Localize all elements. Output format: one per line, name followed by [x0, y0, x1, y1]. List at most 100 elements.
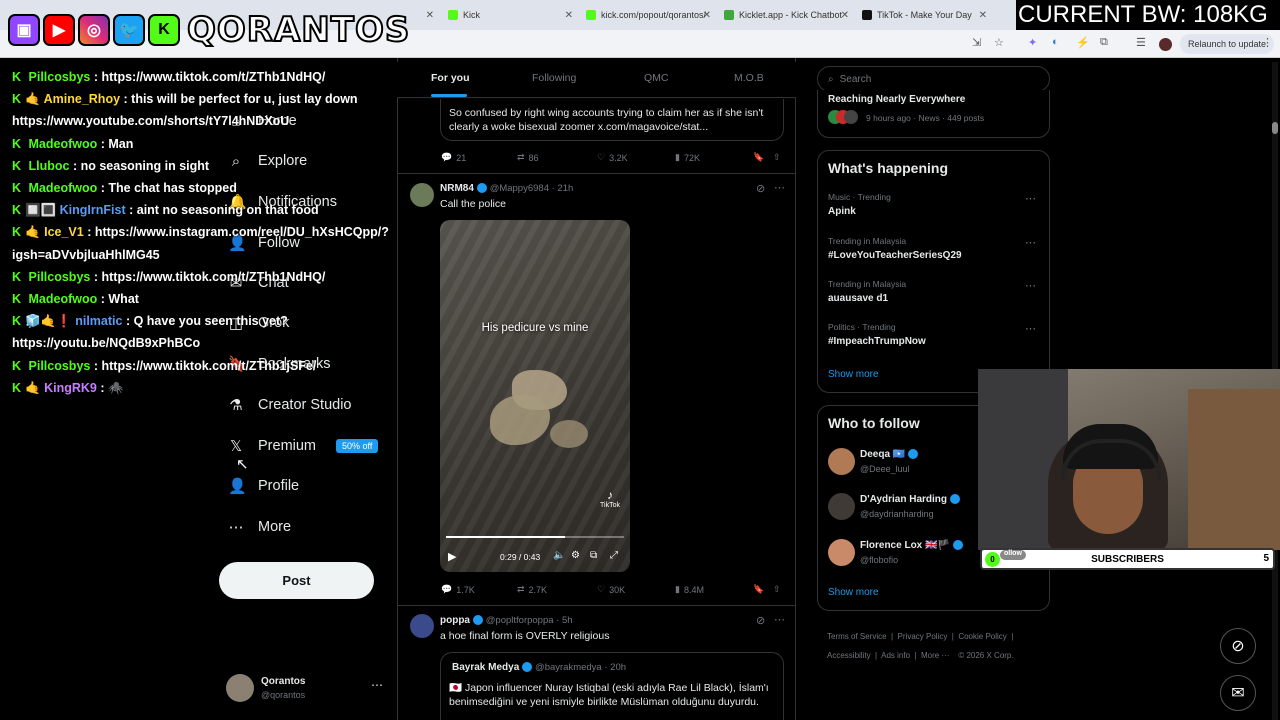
browser-tab[interactable]: kick.com/popout/qorantos/✕	[580, 4, 715, 26]
install-icon[interactable]: ⇲	[972, 36, 981, 49]
show-more-link[interactable]: Show more	[828, 369, 879, 380]
repost-button[interactable]: ⇄ 86	[517, 152, 539, 163]
nav-item-profile[interactable]: 👤 Profile	[228, 471, 299, 501]
play-icon[interactable]: ▶	[448, 550, 456, 563]
footer-link[interactable]: Cookie Policy	[958, 632, 1006, 641]
close-tab-icon[interactable]: ✕	[426, 10, 434, 21]
video-player[interactable]: His pedicure vs mine ♪ TikTok ▶ 0:29 / 0:…	[440, 220, 630, 572]
extension-icon[interactable]: ◐	[1052, 36, 1059, 48]
close-tab-icon[interactable]: ✕	[703, 10, 711, 21]
more-options-icon[interactable]: ⋯	[1025, 236, 1036, 249]
share-icon[interactable]: ⇧	[773, 584, 781, 595]
footer-link[interactable]: Privacy Policy	[898, 632, 948, 641]
nav-label: More	[258, 519, 292, 535]
tab-qmc[interactable]: QMC	[644, 72, 669, 84]
reply-button[interactable]: 💬 21	[441, 152, 466, 163]
views-button[interactable]: ▮ 72K	[675, 152, 700, 163]
tab-for-you[interactable]: For you	[431, 72, 470, 84]
scrollbar-thumb[interactable]	[1272, 122, 1278, 134]
messages-fab-icon[interactable]: ✉	[1220, 675, 1256, 711]
puzzle-icon[interactable]: ⧉	[1100, 36, 1108, 49]
star-icon[interactable]: ☆	[994, 36, 1004, 49]
chat-username: Lluboc	[28, 158, 70, 173]
bookmark-icon[interactable]: 🔖	[753, 584, 764, 595]
repost-count: 86	[528, 152, 539, 163]
more-options-icon[interactable]: ⋯	[1025, 279, 1036, 292]
author-name[interactable]: NRM84	[440, 183, 474, 194]
grok-icon[interactable]: ⊘	[756, 614, 765, 627]
video-progress-track[interactable]	[446, 536, 624, 538]
like-button[interactable]: ♡ 30K	[597, 584, 625, 595]
nav-item-more[interactable]: ⋯ More	[228, 512, 292, 542]
grok-fab-icon[interactable]: ⊘	[1220, 628, 1256, 664]
chat-badges: 🤙	[25, 225, 41, 240]
tab-mob[interactable]: M.O.B	[734, 72, 764, 84]
follow-display-name: Deeqa 🇸🇴	[860, 449, 906, 460]
chat-username: Pillcosbys	[28, 358, 91, 373]
settings-icon[interactable]: ⚙	[571, 550, 580, 561]
avatar[interactable]	[410, 183, 434, 207]
chat-text: : The chat has stopped	[100, 181, 237, 196]
search-input[interactable]: ⌕ Search	[817, 66, 1050, 92]
views-count: 72K	[683, 152, 700, 163]
chat-message: K Lluboc : no seasoning in sight	[12, 155, 397, 177]
footer-link[interactable]: More ···	[921, 651, 949, 660]
fullscreen-icon[interactable]: ⤢	[610, 550, 618, 561]
more-options-icon[interactable]: ⋯	[774, 181, 785, 194]
post-button[interactable]: Post	[219, 562, 374, 599]
browser-tab[interactable]: Kicklet.app - Kick Chatbot ✕	[718, 4, 853, 26]
more-options-icon[interactable]: ⋯	[1025, 322, 1036, 335]
chat-username: Madeofwoo	[28, 181, 98, 196]
author-name[interactable]: poppa	[440, 615, 470, 626]
tiktok-watermark: ♪ TikTok	[600, 488, 620, 509]
divider	[398, 173, 795, 174]
trend-item[interactable]: Politics · Trending #ImpeachTrumpNow ⋯	[828, 322, 1040, 358]
more-options-icon[interactable]: ⋯	[774, 613, 785, 626]
volume-icon[interactable]: 🔈	[553, 550, 565, 561]
tab-following[interactable]: Following	[532, 72, 576, 84]
reply-button[interactable]: 💬 1.7K	[441, 584, 475, 595]
author-handle[interactable]: @popltforpoppa · 5h	[486, 615, 573, 626]
share-icon[interactable]: ⇧	[773, 152, 781, 163]
avatar[interactable]	[410, 614, 434, 638]
trend-item[interactable]: Trending in Malaysia #LoveYouTeacherSerie…	[828, 236, 1040, 272]
relaunch-button[interactable]: Relaunch to update	[1180, 34, 1275, 54]
menu-kebab-icon[interactable]: ⋮	[1262, 36, 1273, 49]
sidebar-icon[interactable]: ☰	[1136, 36, 1146, 49]
close-tab-icon[interactable]: ✕	[565, 10, 573, 21]
account-switcher[interactable]: Qorantos @qorantos ⋯	[226, 672, 386, 706]
nav-item-premium[interactable]: 𝕏 Premium 50% off	[228, 431, 379, 461]
more-options-icon[interactable]: ⋯	[1025, 192, 1036, 205]
like-button[interactable]: ♡ 3.2K	[597, 152, 628, 163]
close-tab-icon[interactable]: ✕	[979, 10, 987, 21]
repost-button[interactable]: ⇄ 2.7K	[517, 584, 547, 595]
grok-icon[interactable]: ⊘	[756, 182, 765, 195]
heart-icon: ♡	[597, 152, 606, 162]
show-more-link[interactable]: Show more	[828, 587, 879, 598]
author-handle[interactable]: @Mappy6984 · 21h	[490, 183, 574, 194]
bookmark-icon[interactable]: 🔖	[753, 152, 764, 163]
pip-icon[interactable]: ⧉	[590, 550, 597, 561]
trend-item[interactable]: Music · Trending Apink ⋯	[828, 192, 1040, 228]
video-object	[550, 420, 588, 448]
browser-tab[interactable]: Kick ✕	[442, 4, 577, 26]
streamer-brand: QORANTOS	[186, 9, 411, 51]
close-tab-icon[interactable]: ✕	[841, 10, 849, 21]
avatar	[828, 493, 855, 520]
footer-link[interactable]: Ads info	[881, 651, 910, 660]
chat-message: K Pillcosbys : https://www.tiktok.com/t/…	[12, 266, 397, 288]
extension-icon[interactable]: ⚡	[1076, 36, 1090, 49]
news-meta: 9 hours ago · News · 449 posts	[866, 113, 985, 123]
avatar	[844, 110, 858, 124]
news-card[interactable]: Reaching Nearly Everywhere 9 hours ago ·…	[817, 90, 1050, 138]
chat-message: K Pillcosbys : https://www.tiktok.com/t/…	[12, 355, 397, 377]
profile-avatar-icon[interactable]	[1159, 38, 1172, 51]
extension-icon[interactable]: ✦	[1028, 36, 1037, 49]
views-button[interactable]: ▮ 8.4M	[675, 584, 704, 595]
footer-link[interactable]: Accessibility	[827, 651, 871, 660]
footer-link[interactable]: Terms of Service	[827, 632, 887, 641]
trend-item[interactable]: Trending in Malaysia auausave d1 ⋯	[828, 279, 1040, 315]
chart-icon: ▮	[675, 152, 680, 162]
browser-tab[interactable]: TikTok - Make Your Day ✕	[856, 4, 991, 26]
mouse-cursor-icon: ↖	[236, 456, 249, 473]
